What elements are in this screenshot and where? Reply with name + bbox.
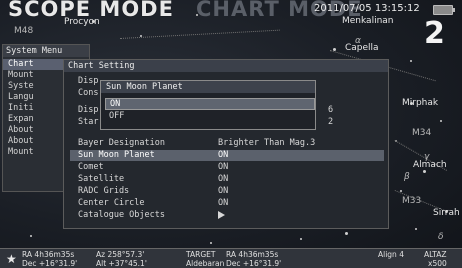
chart-setting-value: Brighter Than Mag.3 — [218, 138, 316, 148]
chart-setting-label: Center Circle — [78, 198, 145, 208]
status-bar: ★ RA 4h36m35s Az 258°57.3' Dec +16°31.9'… — [0, 248, 462, 268]
chart-setting-label: Catalogue Objects — [78, 210, 165, 220]
star-label-sirrah: Sirrah — [433, 208, 460, 218]
page-number: 2 — [424, 16, 445, 51]
chart-setting-row-bayer-designation[interactable]: Bayer Designation Brighter Than Mag.3 — [70, 138, 384, 149]
greek-label-gamma: γ — [424, 152, 430, 162]
greek-label-delta: δ — [438, 232, 444, 242]
status-dec: Dec +16°31.9' — [22, 259, 78, 268]
object-label-m33: M33 — [402, 196, 422, 206]
system-menu-title: System Menu — [3, 45, 89, 57]
battery-icon — [433, 5, 455, 15]
chart-setting-label: Disp — [78, 76, 99, 86]
chart-setting-value: ON — [218, 198, 229, 208]
chart-setting-label: Cons — [78, 88, 99, 98]
star — [345, 232, 348, 235]
chart-setting-value: ON — [218, 174, 229, 184]
popup-title: Sun Moon Planet — [101, 81, 315, 93]
sun-moon-planet-popup: Sun Moon Planet ON OFF — [100, 80, 316, 130]
status-zoom: x500 — [428, 259, 447, 268]
top-bar: SCOPE MODE CHART MODE 2011/07/05 13:15:1… — [0, 0, 462, 28]
chart-setting-label: Sun Moon Planet — [78, 150, 155, 160]
star-label-capella: Capella — [345, 43, 379, 53]
status-target-dec: Dec +16°31.9' — [226, 259, 282, 268]
object-label-m34: M34 — [412, 128, 432, 138]
status-target-ra: RA 4h36m35s — [226, 250, 279, 259]
chart-setting-row-center-circle[interactable]: Center Circle ON — [70, 198, 384, 209]
chart-setting-label: Star — [78, 117, 99, 127]
popup-option-on[interactable]: ON — [105, 98, 315, 110]
chart-setting-label: RADC Grids — [78, 186, 130, 196]
chart-setting-row-satellite[interactable]: Satellite ON — [70, 174, 384, 185]
chart-setting-label: Satellite — [78, 174, 125, 184]
telescope-icon: ★ — [6, 252, 17, 266]
date-time: 2011/07/05 13:15:12 — [314, 3, 420, 14]
star-label-almach: Almach — [413, 160, 447, 170]
mode-title: SCOPE MODE — [8, 0, 174, 21]
status-target-name: Aldebaran — [186, 259, 225, 268]
submenu-arrow-icon — [218, 210, 225, 223]
star — [415, 228, 417, 230]
status-align: Align 4 — [378, 250, 404, 259]
chart-setting-value: 6 — [328, 105, 334, 115]
status-mount-mode: ALTAZ — [424, 250, 447, 259]
chart-setting-row-comet[interactable]: Comet ON — [70, 162, 384, 173]
chart-setting-row-radc-grids[interactable]: RADC Grids ON — [70, 186, 384, 197]
scope-mode-screen: Procyon Menkalinan Capella Mirphak Almac… — [0, 0, 462, 268]
chart-setting-value: 2 — [328, 117, 334, 127]
status-alt: Alt +37°45.1' — [96, 259, 147, 268]
greek-label-beta: β — [404, 172, 410, 182]
chart-setting-label: Comet — [78, 162, 104, 172]
popup-option-off[interactable]: OFF — [105, 111, 313, 122]
chart-setting-row-sun-moon-planet[interactable]: Sun Moon Planet ON — [70, 150, 384, 161]
status-az: Az 258°57.3' — [96, 250, 145, 259]
chart-setting-label: Disp — [78, 105, 99, 115]
star-label-mirphak: Mirphak — [402, 98, 439, 108]
chart-setting-value: ON — [218, 162, 229, 172]
chart-setting-value: ON — [218, 150, 229, 160]
chart-setting-title: Chart Setting — [64, 60, 388, 72]
star — [210, 242, 212, 244]
greek-label-alpha: α — [355, 36, 361, 46]
chart-setting-label: Bayer Designation — [78, 138, 165, 148]
star — [423, 170, 426, 173]
status-ra: RA 4h36m35s — [22, 250, 75, 259]
status-target-label: TARGET — [186, 250, 216, 259]
star — [300, 238, 302, 240]
constellation-line — [120, 29, 280, 39]
chart-setting-value: ON — [218, 186, 229, 196]
star — [440, 120, 442, 122]
star — [410, 60, 412, 62]
chart-setting-row-catalogue-objects[interactable]: Catalogue Objects — [70, 210, 384, 221]
star — [30, 235, 32, 237]
